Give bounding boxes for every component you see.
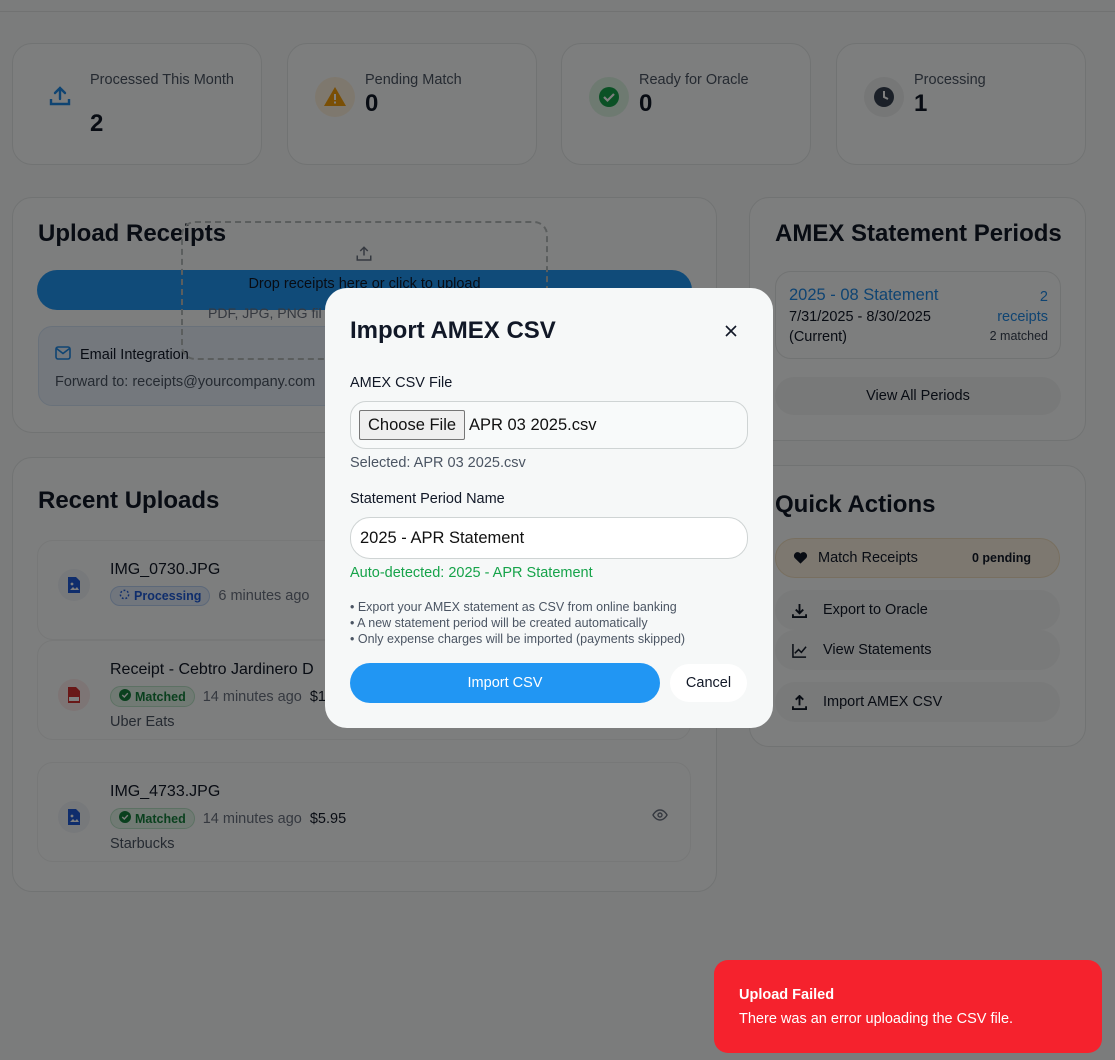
import-csv-button[interactable]: Import CSV	[350, 663, 660, 703]
period-name-input[interactable]: 2025 - APR Statement	[350, 517, 748, 559]
instruction-item: • Only expense charges will be imported …	[350, 632, 686, 646]
error-toast[interactable]: Upload Failed There was an error uploadi…	[714, 960, 1102, 1053]
chosen-file-name: APR 03 2025.csv	[469, 416, 597, 434]
choose-file-button[interactable]: Choose File	[359, 410, 466, 440]
close-icon[interactable]	[722, 322, 740, 340]
toast-message: There was an error uploading the CSV fil…	[739, 1011, 1014, 1027]
toast-title: Upload Failed	[739, 987, 835, 1003]
auto-detected-text: Auto-detected: 2025 - APR Statement	[350, 565, 593, 581]
instruction-item: • A new statement period will be created…	[350, 616, 648, 630]
instructions-list: • Export your AMEX statement as CSV from…	[350, 599, 685, 647]
selected-file-text: Selected: APR 03 2025.csv	[350, 455, 526, 471]
import-csv-modal: Import AMEX CSV AMEX CSV File Choose Fil…	[325, 288, 773, 728]
file-input[interactable]: Choose File APR 03 2025.csv	[350, 401, 748, 449]
instruction-item: • Export your AMEX statement as CSV from…	[350, 600, 677, 614]
cancel-button[interactable]: Cancel	[670, 664, 747, 702]
period-label: Statement Period Name	[350, 491, 505, 507]
file-label: AMEX CSV File	[350, 375, 453, 391]
modal-title: Import AMEX CSV	[350, 317, 556, 344]
